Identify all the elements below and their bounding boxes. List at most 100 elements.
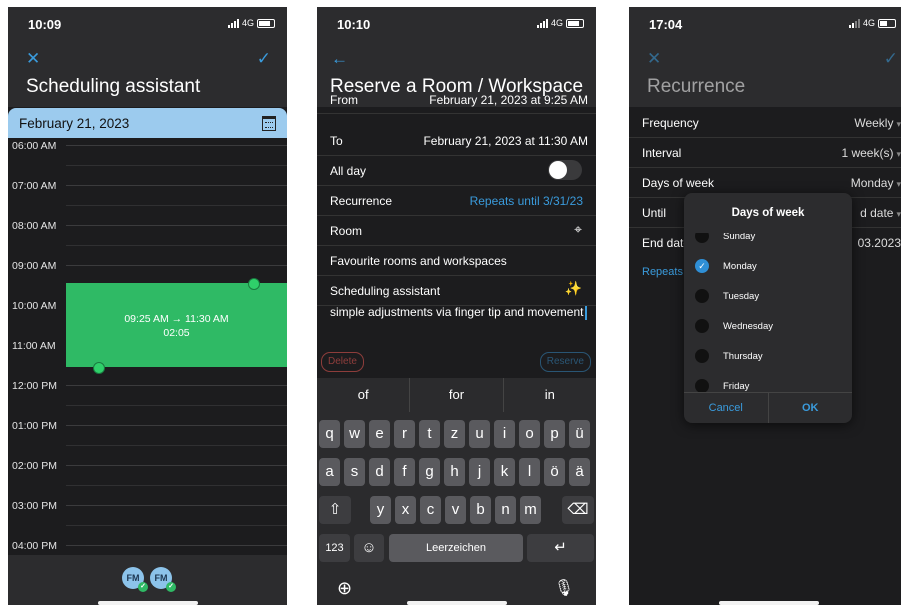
radio-button[interactable] — [695, 319, 709, 333]
radio-button[interactable] — [695, 349, 709, 363]
location-pin-icon[interactable]: ⌖ — [574, 221, 582, 238]
radio-button[interactable] — [695, 289, 709, 303]
from-value[interactable]: February 21, 2023 at 9:25 AM — [429, 93, 588, 107]
to-value[interactable]: February 21, 2023 at 11:30 AM — [423, 134, 588, 148]
suggestion-item[interactable]: of — [317, 378, 411, 412]
key-d[interactable]: d — [369, 458, 390, 486]
option-monday[interactable]: ✓ Monday — [684, 251, 852, 281]
key-r[interactable]: r — [394, 420, 415, 448]
to-row[interactable]: To February 21, 2023 at 11:30 AM — [317, 125, 596, 156]
key-i[interactable]: i — [494, 420, 515, 448]
key-o-umlaut[interactable]: ö — [544, 458, 565, 486]
home-indicator[interactable] — [98, 601, 198, 605]
option-sunday[interactable]: Sunday — [684, 233, 852, 251]
key-u[interactable]: u — [469, 420, 490, 448]
microphone-icon[interactable]: 🎙 — [554, 578, 574, 598]
emoji-key[interactable]: ☺ — [354, 534, 384, 562]
reserve-button[interactable]: Reserve — [539, 352, 591, 372]
favourites-row[interactable]: Favourite rooms and workspaces — [317, 245, 596, 276]
interval-select[interactable]: 1 week(s) ▾ — [841, 146, 901, 160]
allday-toggle[interactable] — [548, 160, 582, 180]
home-indicator[interactable] — [719, 601, 819, 605]
status-indicators: 4G — [227, 18, 275, 28]
attendee-bar: FM ✓ FM ✓ — [8, 555, 287, 605]
key-v[interactable]: v — [445, 496, 466, 524]
key-f[interactable]: f — [394, 458, 415, 486]
room-row[interactable]: Room ⌖ — [317, 215, 596, 246]
interval-row[interactable]: Interval 1 week(s) ▾ — [629, 137, 901, 168]
until-select[interactable]: d date ▾ — [860, 206, 901, 220]
key-y[interactable]: y — [370, 496, 391, 524]
key-o[interactable]: o — [519, 420, 540, 448]
option-thursday[interactable]: Thursday — [684, 341, 852, 371]
key-z[interactable]: z — [444, 420, 465, 448]
cancel-button[interactable]: Cancel — [684, 393, 769, 423]
radio-button[interactable] — [695, 233, 709, 243]
key-s[interactable]: s — [344, 458, 365, 486]
magic-wand-icon[interactable]: ✨ — [565, 280, 582, 297]
close-icon[interactable]: ✕ — [647, 49, 661, 69]
radio-button[interactable] — [695, 379, 709, 393]
days-option-list[interactable]: Sunday ✓ Monday Tuesday Wednesday Thursda… — [684, 233, 852, 393]
hour-line — [66, 425, 287, 426]
event-block[interactable]: 09:25 AM → 11:30 AM 02:05 — [66, 283, 287, 367]
key-c[interactable]: c — [420, 496, 441, 524]
option-tuesday[interactable]: Tuesday — [684, 281, 852, 311]
page-title: Recurrence — [647, 76, 746, 97]
enddate-value[interactable]: 03.2023 — [858, 236, 901, 250]
key-k[interactable]: k — [494, 458, 515, 486]
suggestion-item[interactable]: for — [410, 378, 504, 412]
key-h[interactable]: h — [444, 458, 465, 486]
checkmark-icon[interactable]: ✓ — [257, 49, 271, 69]
globe-icon[interactable]: ⊕ — [337, 578, 352, 599]
days-select[interactable]: Monday ▾ — [851, 176, 901, 190]
event-end-drag-handle[interactable] — [248, 278, 260, 290]
from-row[interactable]: From February 21, 2023 at 9:25 AM — [317, 93, 596, 114]
checkmark-icon[interactable]: ✓ — [884, 49, 898, 69]
key-a-umlaut[interactable]: ä — [569, 458, 590, 486]
avatar[interactable]: FM ✓ — [150, 567, 176, 592]
space-key[interactable]: Leerzeichen — [389, 534, 523, 562]
delete-button[interactable]: Delete — [321, 352, 364, 372]
key-u-umlaut[interactable]: ü — [569, 420, 590, 448]
key-j[interactable]: j — [469, 458, 490, 486]
key-t[interactable]: t — [419, 420, 440, 448]
selected-date: February 21, 2023 — [19, 116, 130, 131]
numbers-key[interactable]: 123 — [319, 534, 350, 562]
ok-button[interactable]: OK — [769, 393, 853, 423]
key-b[interactable]: b — [470, 496, 491, 524]
key-x[interactable]: x — [395, 496, 416, 524]
calendar-icon[interactable] — [262, 116, 276, 131]
hour-line — [66, 545, 287, 546]
key-l[interactable]: l — [519, 458, 540, 486]
back-arrow-icon[interactable]: ← — [331, 49, 348, 69]
recurrence-row[interactable]: Recurrence Repeats until 3/31/23 — [317, 185, 596, 216]
key-e[interactable]: e — [369, 420, 390, 448]
suggestion-item[interactable]: in — [504, 378, 596, 412]
backspace-key[interactable]: ⌫ — [562, 496, 594, 524]
avatar[interactable]: FM ✓ — [122, 567, 148, 592]
event-start-drag-handle[interactable] — [93, 362, 105, 374]
recurrence-value[interactable]: Repeats until 3/31/23 — [470, 194, 583, 208]
key-w[interactable]: w — [344, 420, 365, 448]
option-wednesday[interactable]: Wednesday — [684, 311, 852, 341]
key-a[interactable]: a — [319, 458, 340, 486]
hour-label: 11:00 AM — [12, 340, 56, 352]
key-n[interactable]: n — [495, 496, 516, 524]
option-friday[interactable]: Friday — [684, 371, 852, 393]
close-icon[interactable]: ✕ — [26, 49, 40, 69]
return-key[interactable]: ↵ — [527, 534, 594, 562]
radio-checked-icon[interactable]: ✓ — [695, 259, 709, 273]
key-p[interactable]: p — [544, 420, 565, 448]
frequency-select[interactable]: Weekly ▾ — [854, 116, 901, 130]
scheduling-assistant-row[interactable]: Scheduling assistant ✨ — [317, 275, 596, 306]
home-indicator[interactable] — [407, 601, 507, 605]
key-g[interactable]: g — [419, 458, 440, 486]
frequency-row[interactable]: Frequency Weekly ▾ — [629, 107, 901, 138]
key-q[interactable]: q — [319, 420, 340, 448]
key-m[interactable]: m — [520, 496, 541, 524]
option-label: Tuesday — [723, 291, 760, 302]
time-grid[interactable]: 06:00 AM 07:00 AM 08:00 AM 09:00 AM 10:0… — [8, 138, 287, 555]
notes-input[interactable]: simple adjustments via finger tip and mo… — [330, 305, 587, 320]
shift-key[interactable]: ⇧ — [319, 496, 351, 524]
